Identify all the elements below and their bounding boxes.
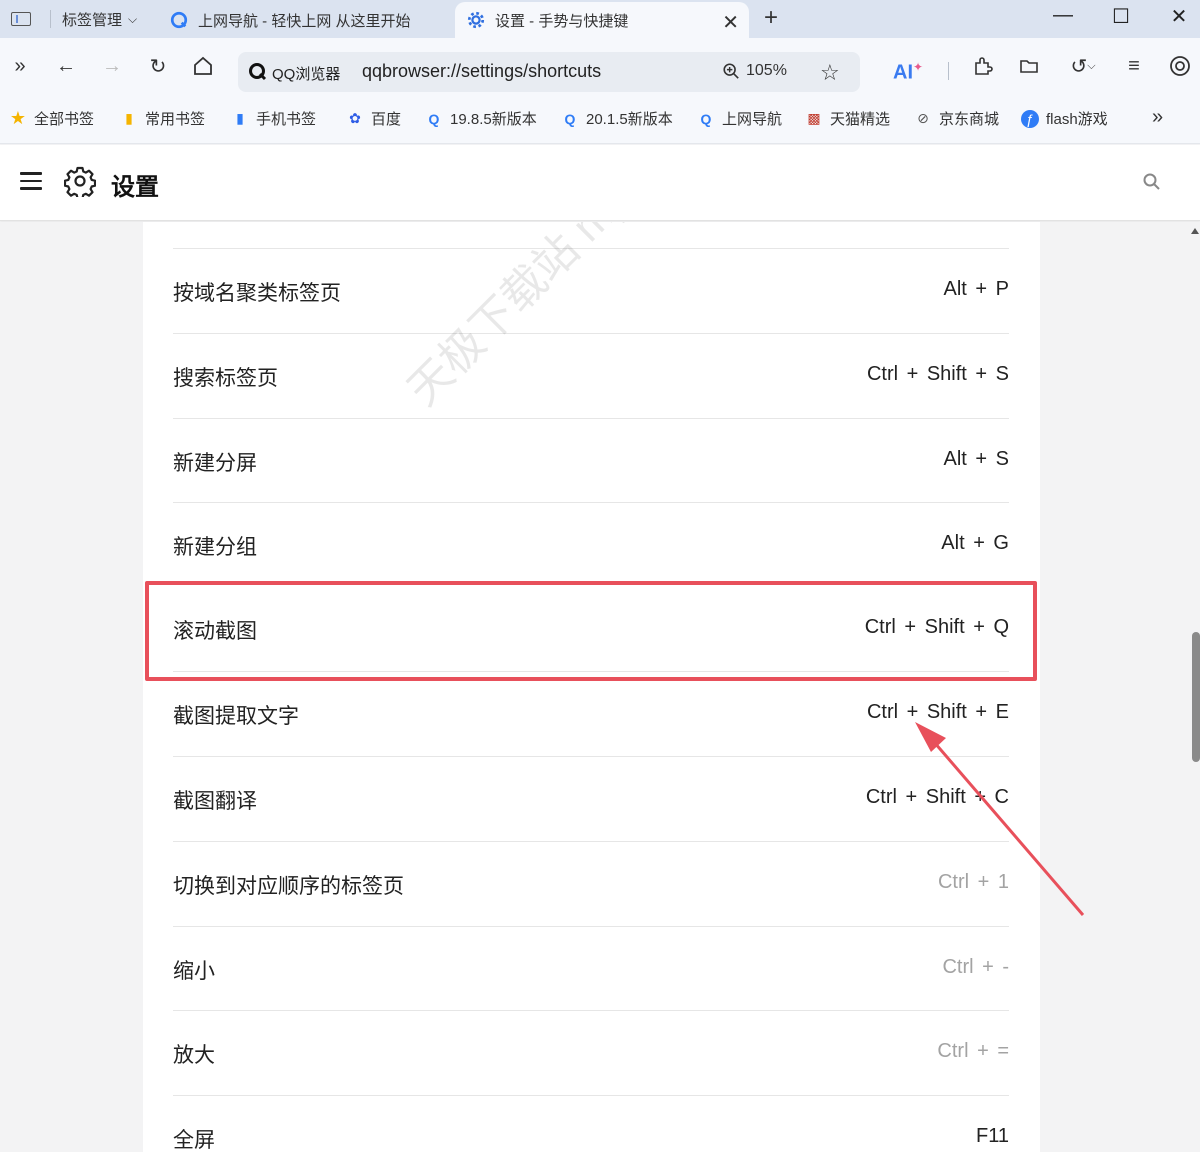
settings-header: 设置: [0, 145, 1200, 221]
sidebar-icon: [11, 12, 31, 26]
qqbrowser-icon: Q: [428, 110, 440, 127]
tab-strip: 标签管理 ⌵ 上网导航 - 轻快上网 从这里开始 设置 - 手势与快捷键 ✕ +…: [0, 0, 1200, 38]
new-tab-button[interactable]: +: [764, 4, 778, 32]
scroll-up-icon[interactable]: [1191, 228, 1199, 234]
bookmark-label: 天猫精选: [830, 111, 891, 128]
bookmark-item[interactable]: ▮ 常用书签: [120, 108, 205, 129]
bookmark-label: 京东商城: [939, 111, 1000, 128]
address-bar[interactable]: QQ浏览器 qqbrowser://settings/shortcuts 105…: [238, 52, 860, 92]
more-bookmarks-icon[interactable]: »: [1152, 106, 1163, 129]
browser-brand: QQ浏览器: [272, 66, 341, 83]
bookmark-label: 手机书签: [256, 111, 317, 128]
downloads-icon[interactable]: ≡: [1122, 54, 1146, 78]
tab-title: 设置 - 手势与快捷键: [495, 12, 629, 30]
bookmark-label: 上网导航: [722, 111, 783, 128]
sidebar-toggle-button[interactable]: [6, 8, 36, 30]
hamburger-menu-icon[interactable]: [20, 172, 42, 190]
settings-content: 按域名聚类标签页 Alt + P 搜索标签页 Ctrl + Shift + S …: [0, 222, 1200, 1152]
reload-button[interactable]: ↻: [146, 54, 170, 78]
jd-icon: ⊘: [917, 110, 929, 126]
qqbrowser-icon: Q: [564, 110, 576, 127]
divider: [948, 62, 949, 80]
page-title: 设置: [111, 174, 159, 201]
flash-icon: ƒ: [1021, 109, 1039, 128]
ai-button[interactable]: AI✦: [893, 60, 923, 85]
qqbrowser-icon: Q: [700, 110, 712, 127]
bookmark-item[interactable]: Q 20.1.5新版本: [561, 108, 673, 129]
bookmark-item[interactable]: Q 19.8.5新版本: [425, 108, 537, 129]
bookmark-bar: ★ 全部书签 ▮ 常用书签 ▮ 手机书签 ✿ 百度 Q 19.8.5新版本 Q 20.1.5…: [0, 94, 1200, 144]
scrollbar[interactable]: [1188, 222, 1200, 1152]
extensions-icon[interactable]: [971, 54, 995, 78]
minimize-button[interactable]: —: [1048, 4, 1078, 27]
search-icon[interactable]: [1142, 172, 1162, 192]
tmall-icon: ▩: [807, 110, 821, 126]
bookmark-item[interactable]: Q 上网导航: [697, 108, 782, 129]
back-button[interactable]: ←: [54, 54, 78, 78]
url-text[interactable]: qqbrowser://settings/shortcuts: [362, 61, 601, 82]
close-window-button[interactable]: ✕: [1164, 4, 1194, 29]
tab-manager-label: 标签管理: [62, 12, 123, 29]
avatar-icon: [1170, 56, 1190, 76]
toolbar: » ← → ↻ QQ浏览器 qqbrowser://settings/short…: [0, 38, 1200, 94]
bookmark-label: 20.1.5新版本: [586, 111, 673, 128]
expand-icon[interactable]: »: [8, 54, 32, 78]
qqbrowser-icon: [170, 11, 188, 29]
account-icon[interactable]: [1168, 54, 1192, 78]
ai-label: AI: [893, 61, 913, 84]
bookmark-star-icon[interactable]: ☆: [820, 60, 840, 86]
close-tab-icon[interactable]: ✕: [722, 10, 739, 35]
zoom-icon: [723, 63, 739, 79]
zoom-indicator[interactable]: 105%: [722, 62, 787, 80]
tab-navigation[interactable]: 上网导航 - 轻快上网 从这里开始: [158, 2, 454, 38]
gear-icon: [467, 11, 485, 29]
bookmark-item[interactable]: ★ 全部书签: [9, 108, 94, 129]
tab-title: 上网导航 - 轻快上网 从这里开始: [198, 12, 411, 30]
bookmark-item[interactable]: ▩ 天猫精选: [805, 108, 890, 129]
bookmark-item[interactable]: ⊘ 京东商城: [914, 108, 999, 129]
bookmark-label: 19.8.5新版本: [450, 111, 537, 128]
home-icon: [194, 56, 212, 75]
bookmark-icon: ▮: [125, 110, 133, 126]
chevron-down-icon: ⌵: [128, 12, 138, 26]
tab-settings[interactable]: 设置 - 手势与快捷键 ✕: [455, 2, 749, 38]
bookmark-label: 百度: [371, 111, 402, 128]
maximize-button[interactable]: ☐: [1106, 4, 1136, 29]
phone-icon: ▮: [236, 110, 244, 126]
tab-manager-button[interactable]: 标签管理 ⌵: [62, 9, 137, 30]
bookmark-item[interactable]: ƒ flash游戏: [1021, 108, 1108, 129]
forward-button[interactable]: →: [100, 54, 124, 78]
annotation-arrow-icon: [915, 722, 1085, 916]
scroll-thumb[interactable]: [1192, 632, 1200, 762]
divider: [50, 10, 51, 28]
baidu-icon: ✿: [349, 110, 361, 126]
zoom-level: 105%: [746, 62, 787, 79]
folder-icon[interactable]: [1017, 54, 1041, 78]
sparkle-icon: ✦: [913, 60, 924, 74]
bookmark-item[interactable]: ▮ 手机书签: [231, 108, 316, 129]
gear-icon: [64, 166, 96, 197]
star-icon: ★: [9, 108, 27, 128]
puzzle-icon: [975, 57, 993, 75]
bookmark-item[interactable]: ✿ 百度: [346, 108, 401, 129]
folder-glyph: [1020, 60, 1038, 73]
history-icon[interactable]: ↺ ⌵: [1065, 54, 1101, 78]
home-button[interactable]: [191, 54, 215, 78]
bookmark-label: flash游戏: [1046, 111, 1108, 128]
qqbrowser-logo-icon: [249, 63, 267, 81]
bookmark-label: 常用书签: [145, 111, 206, 128]
bookmark-label: 全部书签: [34, 111, 95, 128]
